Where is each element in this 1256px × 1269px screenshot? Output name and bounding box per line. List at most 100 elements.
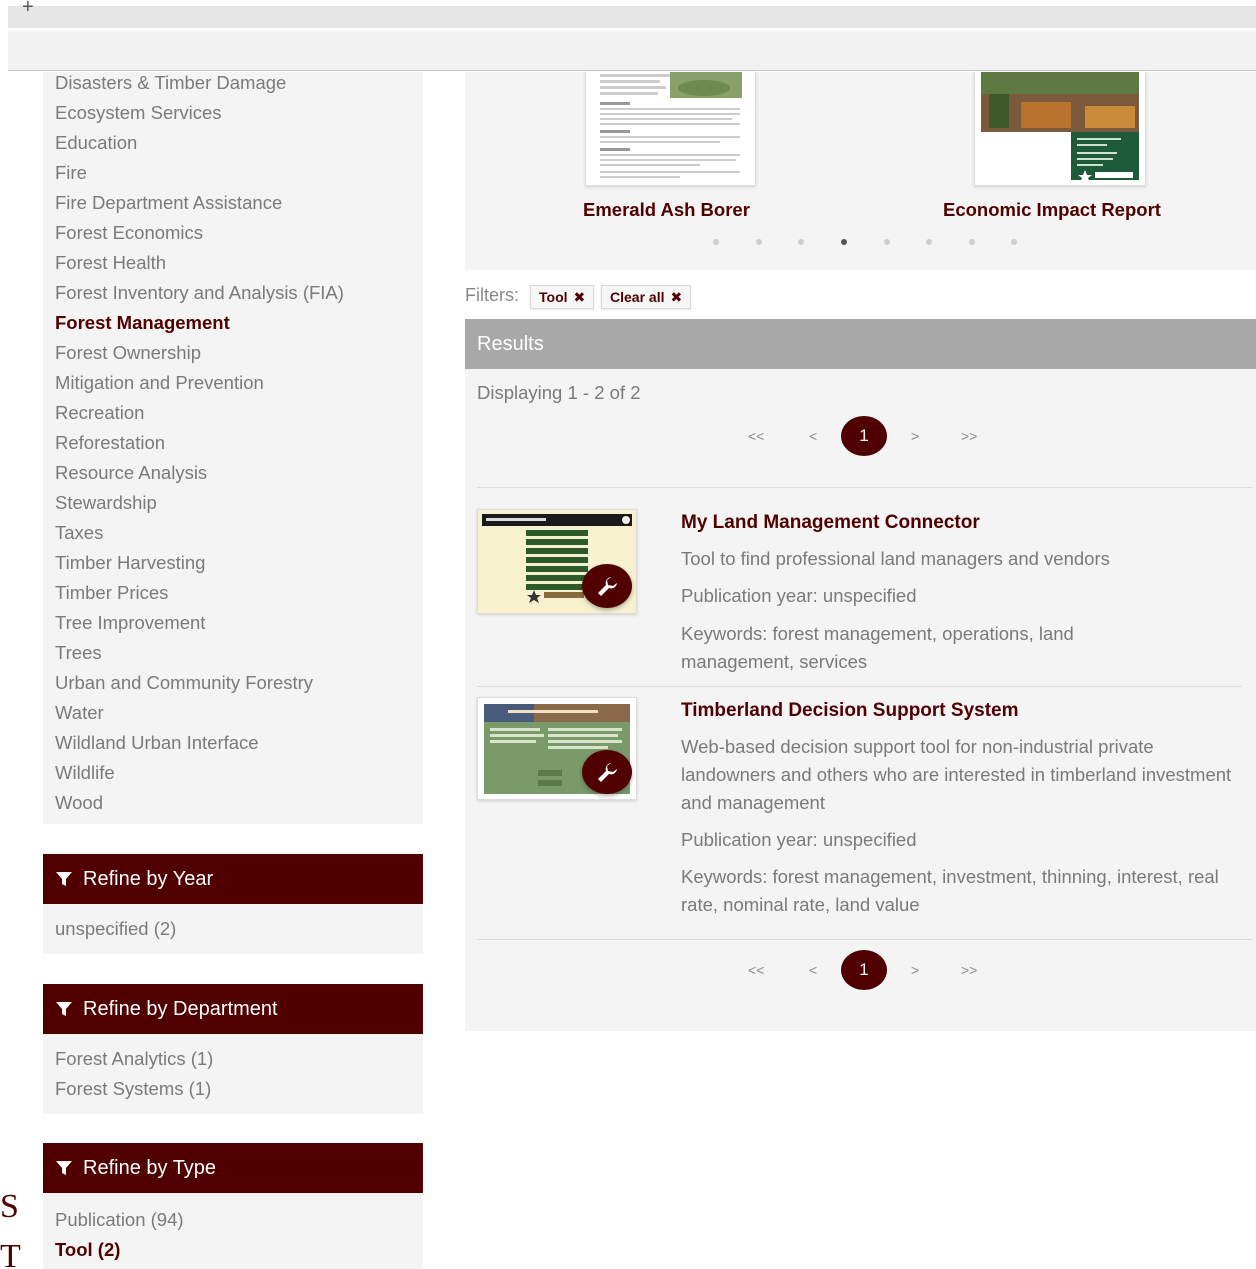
- filters-label: Filters:: [465, 285, 519, 305]
- report-cover-image: [975, 72, 1145, 185]
- result-publication-year: Publication year: unspecified: [681, 585, 917, 606]
- refine-type-item[interactable]: Publication (94): [55, 1209, 184, 1231]
- pager-current-page[interactable]: 1: [841, 416, 887, 456]
- wrench-icon: [598, 763, 617, 782]
- pager-first-button[interactable]: <<: [748, 428, 764, 444]
- result-thumbnail[interactable]: [477, 697, 637, 800]
- refine-department-item[interactable]: Forest Analytics (1): [55, 1048, 213, 1070]
- refine-by-department-title: Refine by Department: [83, 997, 278, 1020]
- topic-item[interactable]: Education: [55, 132, 137, 154]
- topic-item[interactable]: Resource Analysis: [55, 462, 207, 484]
- filter-icon: [56, 1002, 72, 1016]
- carousel-dot[interactable]: [1011, 239, 1017, 245]
- topic-item[interactable]: Fire Department Assistance: [55, 192, 282, 214]
- tool-type-badge: [582, 564, 632, 608]
- filter-chip-label: Clear all: [610, 289, 665, 305]
- carousel-caption[interactable]: Economic Impact Report: [943, 199, 1161, 221]
- topic-item[interactable]: Tree Improvement: [55, 612, 205, 634]
- results-count: Displaying 1 - 2 of 2: [477, 382, 641, 403]
- carousel-dot[interactable]: [756, 239, 762, 245]
- divider: [477, 939, 1252, 940]
- topic-item-active[interactable]: Forest Management: [55, 312, 230, 334]
- results-header: Results: [465, 319, 1256, 369]
- topic-item[interactable]: Disasters & Timber Damage: [55, 72, 286, 94]
- result-title-link[interactable]: My Land Management Connector: [681, 512, 980, 534]
- topic-item[interactable]: Wood: [55, 792, 103, 814]
- results-panel: Results Displaying 1 - 2 of 2 << < 1 > >…: [465, 319, 1256, 1031]
- pager-first-button[interactable]: <<: [748, 962, 764, 978]
- filter-icon: [56, 1161, 72, 1175]
- wrench-icon: [598, 577, 617, 596]
- logo-fragment: S: [0, 1188, 19, 1225]
- pager-prev-button[interactable]: <: [809, 428, 817, 444]
- topic-item[interactable]: Fire: [55, 162, 87, 184]
- topic-item[interactable]: Timber Harvesting: [55, 552, 205, 574]
- browser-toolbar: [8, 31, 1256, 71]
- refine-by-type-title: Refine by Type: [83, 1156, 217, 1179]
- result-title-link[interactable]: Timberland Decision Support System: [681, 700, 1019, 722]
- topic-list-panel: Disasters & Timber Damage Ecosystem Serv…: [43, 72, 423, 824]
- carousel-dot[interactable]: [884, 239, 890, 245]
- topic-item[interactable]: Forest Economics: [55, 222, 203, 244]
- carousel-thumbnail[interactable]: [974, 72, 1146, 186]
- refine-by-year-title: Refine by Year: [83, 867, 214, 890]
- refine-by-department-header[interactable]: Refine by Department: [43, 984, 423, 1034]
- pager-prev-button[interactable]: <: [809, 962, 817, 978]
- refine-department-item[interactable]: Forest Systems (1): [55, 1078, 211, 1100]
- result-description: Tool to find professional land managers …: [681, 548, 1110, 569]
- new-tab-plus-icon[interactable]: +: [22, 0, 34, 19]
- topic-item[interactable]: Reforestation: [55, 432, 165, 454]
- carousel-dot[interactable]: [969, 239, 975, 245]
- carousel-caption[interactable]: Emerald Ash Borer: [583, 199, 750, 221]
- result-keywords: Keywords: forest management, investment,…: [681, 866, 1219, 915]
- topic-item[interactable]: Urban and Community Forestry: [55, 672, 313, 694]
- topic-item[interactable]: Taxes: [55, 522, 103, 544]
- result-publication-year: Publication year: unspecified: [681, 829, 917, 850]
- refine-by-year-list: unspecified (2): [43, 904, 423, 954]
- carousel-dot[interactable]: [926, 239, 932, 245]
- tool-type-badge: [582, 750, 632, 794]
- topic-item[interactable]: Trees: [55, 642, 102, 664]
- pager-current-page[interactable]: 1: [841, 950, 887, 990]
- browser-tab-strip: +: [8, 0, 1256, 28]
- topic-item[interactable]: Recreation: [55, 402, 144, 424]
- refine-year-item[interactable]: unspecified (2): [55, 918, 176, 940]
- pager-last-button[interactable]: >>: [961, 962, 977, 978]
- carousel-thumbnail[interactable]: [585, 72, 756, 186]
- topic-item[interactable]: Stewardship: [55, 492, 157, 514]
- document-preview-image: [586, 72, 755, 185]
- filter-icon: [56, 872, 72, 886]
- refine-type-item-active[interactable]: Tool (2): [55, 1239, 120, 1261]
- topic-item[interactable]: Timber Prices: [55, 582, 168, 604]
- result-thumbnail[interactable]: [477, 509, 637, 614]
- remove-filter-icon[interactable]: ✖: [670, 289, 682, 306]
- remove-filter-icon[interactable]: ✖: [574, 289, 586, 306]
- result-keywords: Keywords: forest management, operations,…: [681, 623, 1074, 672]
- topic-item[interactable]: Wildland Urban Interface: [55, 732, 259, 754]
- topic-item[interactable]: Forest Health: [55, 252, 166, 274]
- clear-all-filters-button[interactable]: Clear all ✖: [601, 285, 692, 309]
- pager-last-button[interactable]: >>: [961, 428, 977, 444]
- topic-item[interactable]: Ecosystem Services: [55, 102, 222, 124]
- filter-chip-tool[interactable]: Tool ✖: [530, 285, 595, 309]
- result-description: Web-based decision support tool for non-…: [681, 736, 1232, 813]
- carousel-dot[interactable]: [713, 239, 719, 245]
- carousel-dot[interactable]: [798, 239, 804, 245]
- divider: [477, 487, 1252, 488]
- divider: [477, 686, 1242, 687]
- topic-item[interactable]: Mitigation and Prevention: [55, 372, 264, 394]
- refine-by-department-list: Forest Analytics (1) Forest Systems (1): [43, 1034, 423, 1114]
- topic-item[interactable]: Water: [55, 702, 104, 724]
- featured-carousel: Emerald Ash Borer Economic Impact Report: [465, 72, 1256, 270]
- refine-by-type-header[interactable]: Refine by Type: [43, 1143, 423, 1193]
- refine-by-type-list: Publication (94) Tool (2): [43, 1193, 423, 1269]
- topic-item[interactable]: Forest Ownership: [55, 342, 201, 364]
- pager-next-button[interactable]: >: [911, 962, 919, 978]
- refine-by-year-header[interactable]: Refine by Year: [43, 854, 423, 904]
- filter-chip-label: Tool: [539, 289, 568, 305]
- topic-item[interactable]: Wildlife: [55, 762, 115, 784]
- logo-fragment: T: [0, 1238, 21, 1269]
- topic-item[interactable]: Forest Inventory and Analysis (FIA): [55, 282, 344, 304]
- pager-next-button[interactable]: >: [911, 428, 919, 444]
- carousel-dot-active[interactable]: [841, 239, 847, 245]
